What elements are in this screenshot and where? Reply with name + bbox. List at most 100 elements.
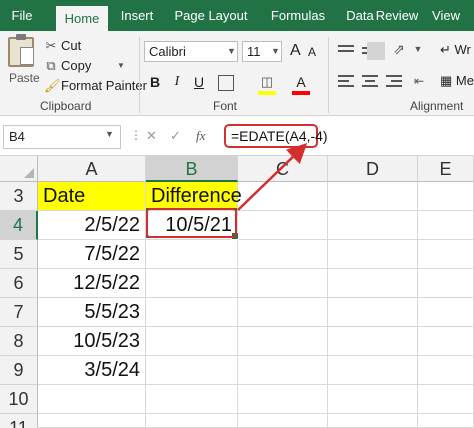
cell-b11[interactable] (146, 414, 238, 428)
cell-c9[interactable] (238, 356, 328, 385)
column-header-b[interactable]: B (146, 156, 238, 182)
column-header-d[interactable]: D (328, 156, 418, 182)
cell-c3[interactable] (238, 182, 328, 211)
fill-color-icon[interactable]: ◫ (260, 75, 274, 89)
column-header-c[interactable]: C (238, 156, 328, 182)
cell-d10[interactable] (328, 385, 418, 414)
column-header-e[interactable]: E (418, 156, 474, 182)
italic-button[interactable]: I (168, 72, 186, 92)
shrink-font-button[interactable]: A (308, 45, 316, 59)
cell-a6[interactable]: 12/5/22 (38, 269, 146, 298)
cell-e10[interactable] (418, 385, 474, 414)
cell-c4[interactable] (238, 211, 328, 240)
scissors-icon[interactable]: ✂ (44, 39, 58, 53)
select-all-button[interactable] (0, 156, 38, 182)
chevron-down-icon[interactable]: ▼ (269, 41, 282, 62)
row-header-10[interactable]: 10 (0, 385, 38, 414)
chevron-down-icon[interactable]: ▼ (225, 41, 238, 62)
tab-page-layout[interactable]: Page Layout (166, 0, 256, 31)
format-painter-icon[interactable]: 🖌 (44, 79, 61, 93)
underline-button[interactable]: U (190, 72, 208, 92)
cell-a10[interactable] (38, 385, 146, 414)
paste-icon[interactable] (8, 34, 34, 67)
cell-d9[interactable] (328, 356, 418, 385)
formula-input[interactable]: =EDATE(A4,-4) (224, 124, 328, 148)
column-header-a[interactable]: A (38, 156, 146, 182)
cell-e5[interactable] (418, 240, 474, 269)
cell-d6[interactable] (328, 269, 418, 298)
wrap-text-button[interactable]: ↵ Wr (440, 42, 471, 58)
cell-c5[interactable] (238, 240, 328, 269)
row-header-11[interactable]: 11 (0, 414, 38, 428)
cell-d5[interactable] (328, 240, 418, 269)
drag-handle-icon[interactable]: ⋮ (130, 128, 143, 142)
cell-e7[interactable] (418, 298, 474, 327)
font-name-input[interactable]: Calibri (144, 41, 238, 62)
cell-e11[interactable] (418, 414, 474, 428)
format-painter-button[interactable]: Format Painter (61, 78, 147, 93)
cell-d8[interactable] (328, 327, 418, 356)
cut-button[interactable]: Cut (61, 38, 81, 53)
cell-a9[interactable]: 3/5/24 (38, 356, 146, 385)
cell-e3[interactable] (418, 182, 474, 211)
tab-view[interactable]: View (426, 0, 466, 31)
indent-icon[interactable]: ⇤ (412, 74, 426, 88)
cell-b5[interactable] (146, 240, 238, 269)
cell-e4[interactable] (418, 211, 474, 240)
tab-formulas[interactable]: Formulas (260, 0, 336, 31)
row-header-9[interactable]: 9 (0, 356, 38, 385)
enter-icon[interactable]: ✓ (170, 128, 181, 144)
font-color-swatch (292, 91, 310, 95)
cell-d3[interactable] (328, 182, 418, 211)
align-bottom-icon[interactable] (367, 42, 385, 60)
chevron-down-icon[interactable]: ▼ (105, 129, 114, 139)
tab-insert[interactable]: Insert (112, 0, 162, 31)
cell-e9[interactable] (418, 356, 474, 385)
tab-review[interactable]: Review (366, 0, 428, 31)
cell-d7[interactable] (328, 298, 418, 327)
cell-a7[interactable]: 5/5/23 (38, 298, 146, 327)
cell-b3[interactable]: Difference (146, 182, 242, 211)
cell-a4[interactable]: 2/5/22 (38, 211, 146, 240)
row-header-6[interactable]: 6 (0, 269, 38, 298)
cell-d4[interactable] (328, 211, 418, 240)
cell-c10[interactable] (238, 385, 328, 414)
cell-b7[interactable] (146, 298, 238, 327)
cell-e6[interactable] (418, 269, 474, 298)
name-box[interactable]: B4 (3, 125, 121, 149)
cell-d11[interactable] (328, 414, 418, 428)
row-header-4[interactable]: 4 (0, 211, 38, 240)
chevron-down-icon[interactable]: ▼ (114, 59, 128, 73)
row-header-5[interactable]: 5 (0, 240, 38, 269)
merge-center-button[interactable]: ▦ Me (440, 73, 474, 89)
insert-function-button[interactable]: fx (196, 128, 205, 144)
tab-home[interactable]: Home (56, 6, 108, 31)
cell-b8[interactable] (146, 327, 238, 356)
copy-icon[interactable]: ⧉ (44, 59, 58, 73)
tab-file[interactable]: File (0, 0, 44, 31)
cell-a5[interactable]: 7/5/22 (38, 240, 146, 269)
orientation-icon[interactable]: ⇗ (392, 42, 406, 56)
cell-b10[interactable] (146, 385, 238, 414)
row-header-3[interactable]: 3 (0, 182, 38, 211)
bold-button[interactable]: B (146, 72, 164, 92)
row-header-8[interactable]: 8 (0, 327, 38, 356)
cell-c7[interactable] (238, 298, 328, 327)
cell-e8[interactable] (418, 327, 474, 356)
cell-c11[interactable] (238, 414, 328, 428)
font-color-button[interactable]: A (292, 72, 310, 92)
cell-b9[interactable] (146, 356, 238, 385)
cell-a3[interactable]: Date (38, 182, 146, 211)
cell-a8[interactable]: 10/5/23 (38, 327, 146, 356)
cell-c8[interactable] (238, 327, 328, 356)
borders-icon[interactable] (218, 75, 234, 91)
paste-button-label[interactable]: Paste (9, 71, 40, 85)
cancel-icon[interactable]: ✕ (146, 128, 157, 144)
copy-button[interactable]: Copy (61, 58, 91, 73)
cell-b6[interactable] (146, 269, 238, 298)
cell-a11[interactable] (38, 414, 146, 428)
row-header-7[interactable]: 7 (0, 298, 38, 327)
cell-c6[interactable] (238, 269, 328, 298)
grow-font-button[interactable]: A (290, 42, 301, 60)
chevron-down-icon[interactable]: ▼ (411, 42, 425, 56)
